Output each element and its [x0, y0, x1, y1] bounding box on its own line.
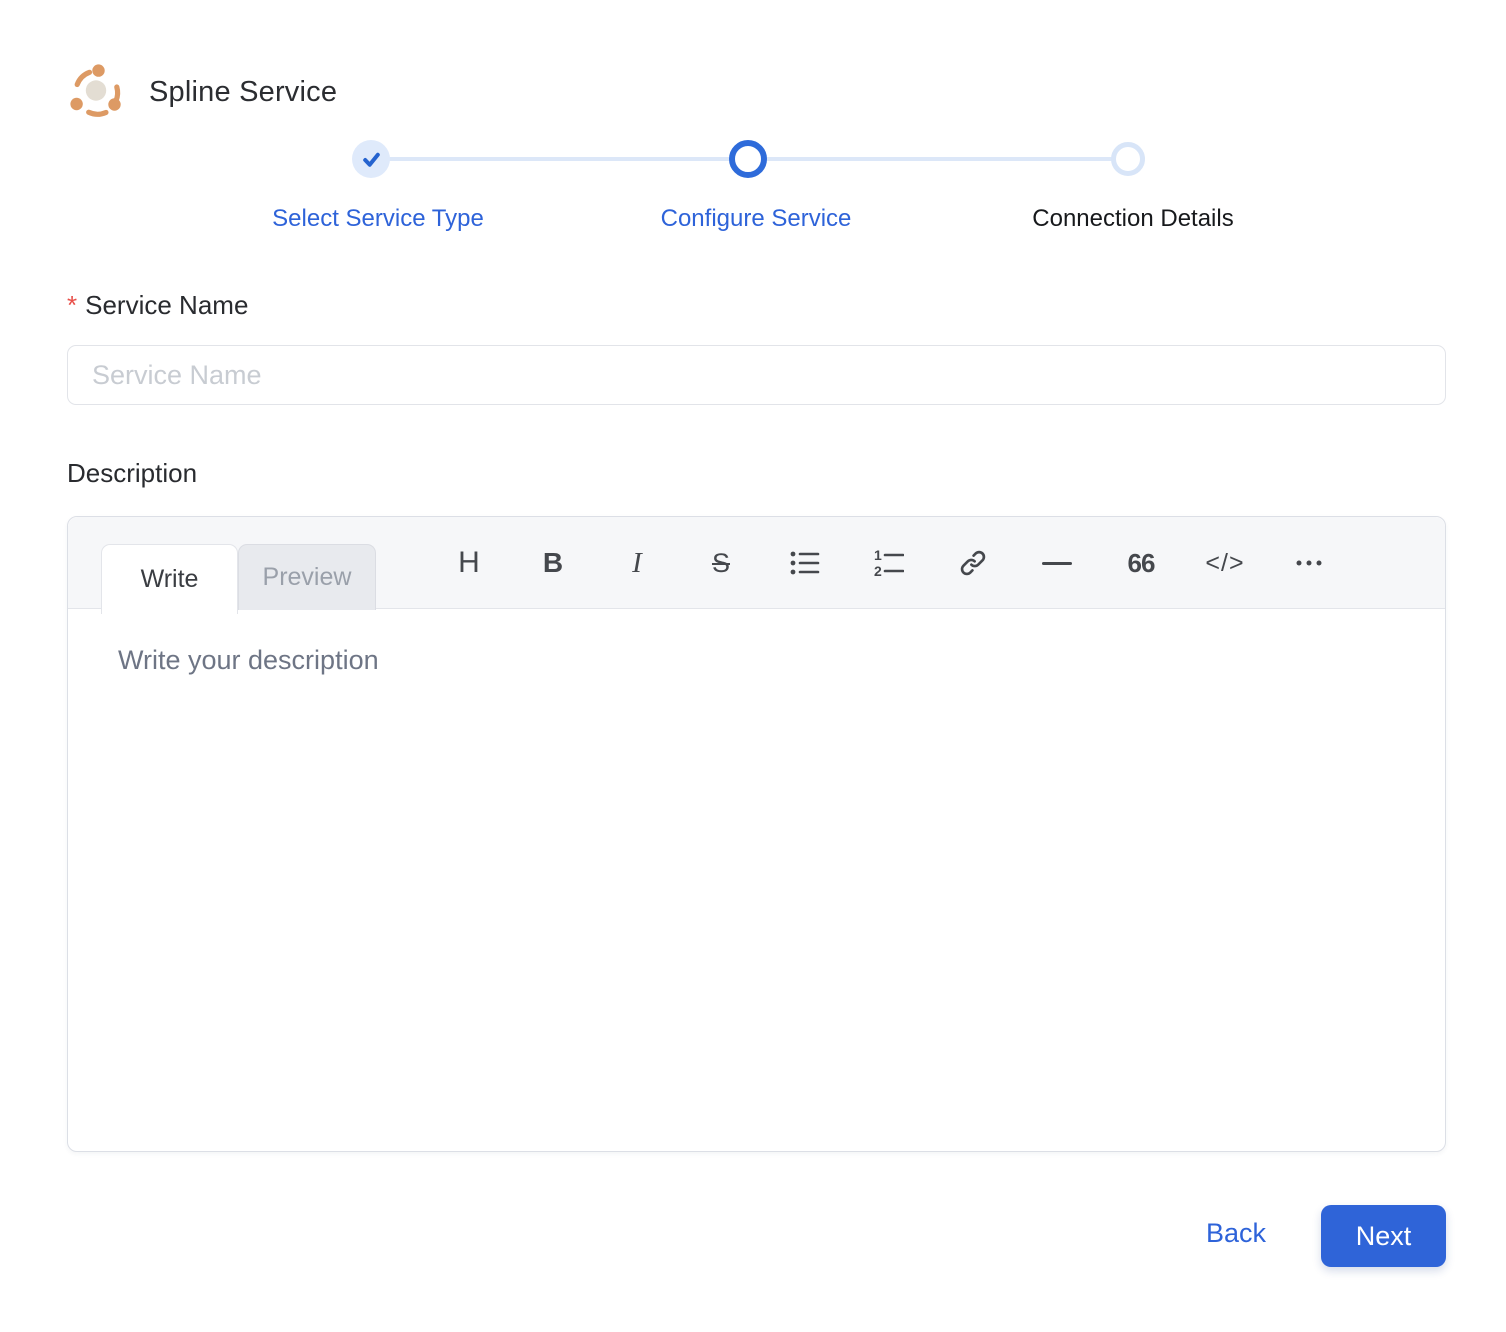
required-marker: * — [67, 290, 78, 320]
bold-button[interactable]: B — [511, 517, 595, 609]
ordered-list-icon: 1 2 — [874, 549, 904, 577]
ordered-list-button[interactable]: 1 2 — [847, 517, 931, 609]
description-input[interactable] — [68, 609, 1445, 1151]
unordered-list-icon — [790, 551, 820, 575]
stepper: Select Service Type Configure Service Co… — [0, 0, 1506, 250]
svg-text:2: 2 — [874, 563, 882, 577]
back-button[interactable]: Back — [1206, 1218, 1266, 1249]
heading-button[interactable]: H — [427, 517, 511, 609]
code-button[interactable]: </> — [1183, 517, 1267, 609]
horizontal-rule-icon — [1042, 561, 1072, 565]
step-label-connection-details[interactable]: Connection Details — [1032, 205, 1233, 233]
unordered-list-button[interactable] — [763, 517, 847, 609]
service-name-input[interactable] — [67, 345, 1446, 405]
tab-write[interactable]: Write — [101, 544, 238, 614]
stepper-connector — [373, 157, 748, 161]
more-options-icon — [1296, 560, 1322, 566]
service-name-label-text: Service Name — [85, 290, 249, 320]
editor-header: Write Preview H B I S 1 2 66 </> — [68, 517, 1445, 614]
next-button[interactable]: Next — [1321, 1205, 1446, 1267]
code-icon: </> — [1205, 548, 1245, 577]
link-icon — [960, 550, 986, 576]
strikethrough-button[interactable]: S — [679, 517, 763, 609]
step-configure-service-indicator[interactable] — [729, 140, 767, 178]
step-label-configure-service[interactable]: Configure Service — [661, 205, 852, 233]
heading-icon: H — [458, 546, 480, 579]
bold-icon: B — [542, 547, 564, 578]
quote-button[interactable]: 66 — [1099, 517, 1183, 609]
step-connection-details-indicator[interactable] — [1111, 142, 1145, 176]
svg-text:1: 1 — [874, 549, 882, 563]
quote-icon: 66 — [1127, 547, 1156, 578]
step-select-service-type-indicator[interactable] — [352, 140, 390, 178]
stepper-connector — [748, 157, 1128, 161]
link-button[interactable] — [931, 517, 1015, 609]
editor-body — [68, 609, 1445, 1151]
italic-icon: I — [632, 546, 642, 579]
horizontal-rule-button[interactable] — [1015, 517, 1099, 609]
configure-service-page: Spline Service Select Service Type Confi… — [0, 0, 1506, 1332]
check-icon — [362, 152, 380, 167]
editor-toolbar: H B I S 1 2 66 </> — [427, 517, 1351, 609]
service-name-label: * Service Name — [67, 290, 248, 321]
description-editor: Write Preview H B I S 1 2 66 </> Write y… — [67, 516, 1446, 1152]
tab-preview[interactable]: Preview — [238, 544, 376, 610]
strikethrough-icon: S — [711, 547, 730, 578]
italic-button[interactable]: I — [595, 517, 679, 609]
description-label: Description — [67, 458, 198, 488]
step-label-select-service-type[interactable]: Select Service Type — [272, 205, 484, 233]
more-options-button[interactable] — [1267, 517, 1351, 609]
